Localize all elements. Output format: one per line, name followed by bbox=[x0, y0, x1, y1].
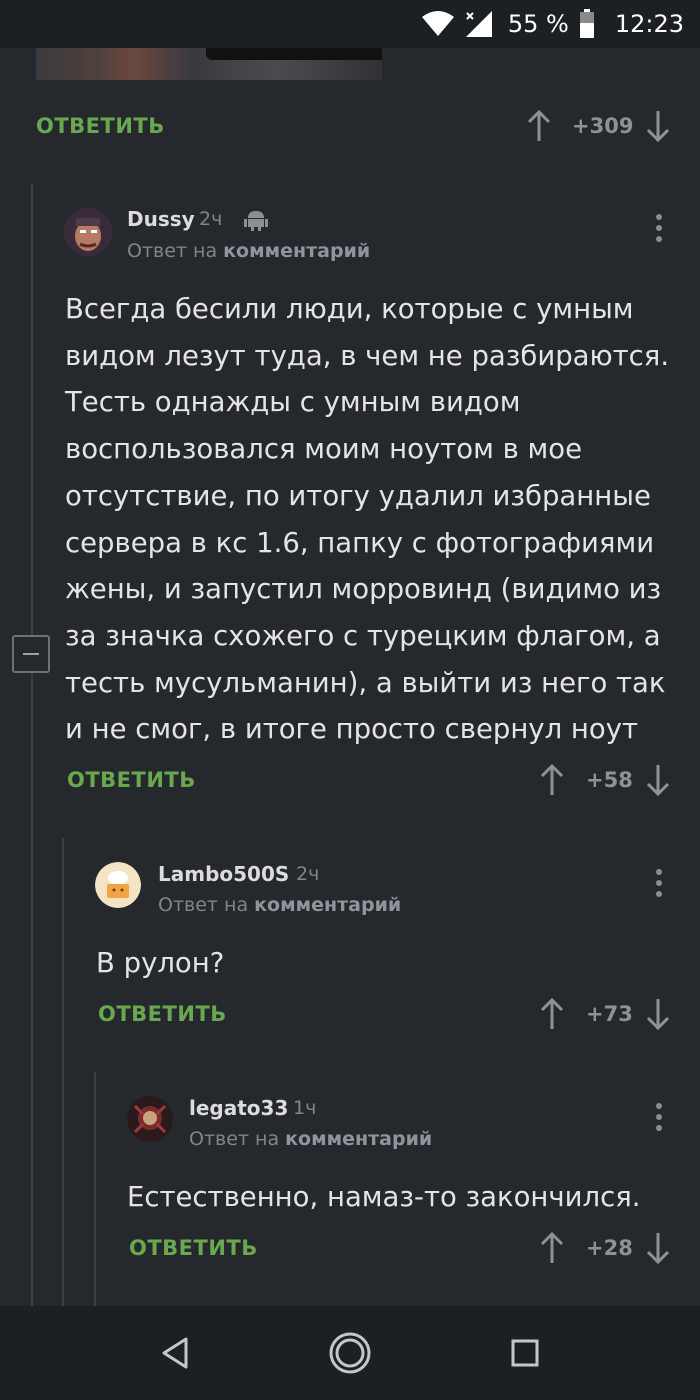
avatar[interactable] bbox=[64, 208, 112, 256]
comment-time: 2ч bbox=[199, 208, 223, 230]
clock: 12:23 bbox=[614, 10, 684, 38]
comment-text: Естественно, намаз-то закончился. bbox=[127, 1181, 641, 1213]
battery-percent: 55 % bbox=[507, 10, 569, 38]
thread-line bbox=[31, 183, 33, 1306]
recents-icon[interactable] bbox=[510, 1338, 540, 1368]
collapse-thread-button[interactable] bbox=[12, 635, 50, 673]
comment-time: 1ч bbox=[293, 1097, 317, 1119]
vote-score: +28 bbox=[586, 1236, 633, 1260]
avatar[interactable] bbox=[127, 1096, 173, 1142]
upvote-icon[interactable] bbox=[540, 998, 564, 1030]
more-options-icon[interactable] bbox=[655, 1103, 663, 1131]
vote-score: +58 bbox=[586, 768, 633, 792]
comment-author[interactable]: Lambo500S bbox=[158, 862, 289, 886]
comment-text: Всегда бесили люди, которые с умным видо… bbox=[65, 293, 670, 746]
vote-score: +309 bbox=[572, 114, 634, 138]
navigation-bar bbox=[0, 1306, 700, 1400]
upvote-icon[interactable] bbox=[540, 764, 564, 796]
wifi-icon bbox=[421, 11, 454, 37]
reply-button[interactable]: ОТВЕТИТЬ bbox=[67, 768, 196, 792]
cell-signal-icon bbox=[464, 10, 494, 38]
reply-button[interactable]: ОТВЕТИТЬ bbox=[36, 114, 165, 138]
reply-to-link[interactable]: комментарий bbox=[285, 1128, 432, 1150]
comment-author[interactable]: legato33 bbox=[189, 1096, 288, 1120]
upvote-icon[interactable] bbox=[527, 110, 551, 142]
downvote-icon[interactable] bbox=[646, 998, 670, 1030]
android-icon bbox=[244, 207, 268, 235]
screen: 55 % 12:23 ОТВЕТИТЬ +309 Dussy 2ч Ответ … bbox=[0, 0, 700, 1400]
downvote-icon[interactable] bbox=[646, 764, 670, 796]
more-options-icon[interactable] bbox=[655, 869, 663, 897]
reply-to-label[interactable]: Ответ на комментарий bbox=[189, 1128, 432, 1150]
thread-line bbox=[94, 1072, 96, 1306]
comment-author[interactable]: Dussy bbox=[127, 207, 195, 231]
battery-icon bbox=[579, 9, 595, 39]
back-icon[interactable] bbox=[158, 1336, 192, 1370]
reply-button[interactable]: ОТВЕТИТЬ bbox=[98, 1002, 227, 1026]
vote-score: +73 bbox=[586, 1002, 633, 1026]
previous-comment-image[interactable] bbox=[36, 48, 382, 80]
status-bar: 55 % 12:23 bbox=[0, 0, 700, 48]
thread-line bbox=[62, 838, 64, 1306]
reply-to-label[interactable]: Ответ на комментарий bbox=[127, 240, 370, 262]
comment-time: 2ч bbox=[296, 863, 320, 885]
downvote-icon[interactable] bbox=[646, 110, 670, 142]
reply-button[interactable]: ОТВЕТИТЬ bbox=[129, 1236, 258, 1260]
upvote-icon[interactable] bbox=[540, 1232, 564, 1264]
comment-text: В рулон? bbox=[96, 947, 225, 979]
avatar[interactable] bbox=[95, 862, 141, 908]
reply-to-label[interactable]: Ответ на комментарий bbox=[158, 894, 401, 916]
downvote-icon[interactable] bbox=[646, 1232, 670, 1264]
reply-to-link[interactable]: комментарий bbox=[223, 240, 370, 262]
reply-to-link[interactable]: комментарий bbox=[254, 894, 401, 916]
more-options-icon[interactable] bbox=[655, 214, 663, 242]
home-icon[interactable] bbox=[328, 1331, 372, 1375]
